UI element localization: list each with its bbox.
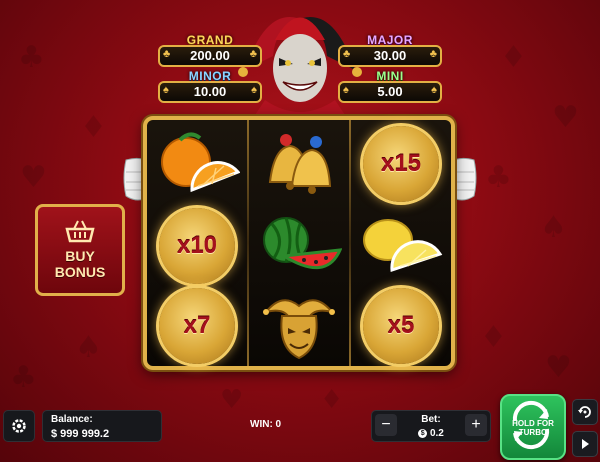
jackpot-minor-value: 10.00 [158,81,262,103]
multiplier-x5-text: x5 [387,312,415,339]
buy-bonus-label-line2: BONUS [54,264,106,280]
club-icon: ♣ [343,48,351,60]
jackpot-major: MAJOR 30.00 ♣ ♣ [338,33,442,67]
orange-icon [161,132,240,193]
spin-label-line2: TURBO [518,428,548,437]
multiplier-coin: x5 [363,288,439,364]
spade-icon: ♠ [251,84,257,96]
watermelon-icon [263,217,342,270]
symbol-multiplier-x10: x10 [149,206,245,286]
symbol-multiplier-x5: x5 [353,286,449,366]
multiplier-x7-text: x7 [183,312,211,339]
coin-icon: $ [418,428,428,438]
buy-bonus-button[interactable]: BUY BONUS [35,204,125,296]
multiplier-coin: x10 [159,208,235,284]
jackpot-grand: GRAND 200.00 ♣ ♣ [158,33,262,67]
reel-divider [247,120,249,366]
spin-label-line1: HOLD FOR [512,419,554,428]
balance-panel: Balance: $ 999 999.2 [42,410,162,442]
balance-value: $ 999 999.2 [51,428,110,440]
jackpot-mini: MINI 5.00 ♠ ♠ [338,69,442,103]
multiplier-coin: x7 [159,288,235,364]
bet-panel: − Bet: $ 0.2 + [371,410,491,442]
club-icon: ♣ [429,48,437,60]
win-display: WIN: 0 [250,419,282,430]
multiplier-coin: x15 [363,126,439,202]
jackpot-grand-value: 200.00 [158,45,262,67]
spin-label: HOLD FOR TURBO [502,419,564,437]
play-icon [582,439,589,449]
reel-divider [349,120,351,366]
basket-icon [65,220,95,243]
symbol-watermelon [251,206,347,286]
jackpot-mini-value: 5.00 [338,81,442,103]
club-icon: ♣ [249,48,257,60]
jester-mask-icon [263,299,335,360]
jackpot-minor: MINOR 10.00 ♠ ♠ [158,69,262,103]
symbol-bells [251,124,347,204]
club-icon: ♣ [163,48,171,60]
symbol-multiplier-x15: x15 [353,124,449,204]
symbol-jester-mask [251,286,347,366]
autoplay-icon [578,406,591,418]
buy-bonus-label-line1: BUY [65,248,95,264]
bells-icon [268,134,332,194]
multiplier-x10-text: x10 [176,232,218,259]
lemon-icon [363,219,443,273]
symbol-multiplier-x7: x7 [149,286,245,366]
jackpot-major-value: 30.00 [338,45,442,67]
balance-label: Balance: [51,414,93,425]
play-next-button[interactable] [572,431,598,457]
bet-value: 0.2 [429,428,444,439]
reel-grid: x15 x10 x7 x5 [143,116,455,370]
gear-icon [12,419,26,433]
spade-icon: ♠ [431,84,437,96]
spin-button[interactable]: HOLD FOR TURBO [500,394,566,460]
autoplay-button[interactable] [572,399,598,425]
spade-icon: ♠ [343,84,349,96]
settings-button[interactable] [3,410,35,442]
multiplier-x15-text: x15 [380,150,422,177]
spade-icon: ♠ [163,84,169,96]
bet-increase-button[interactable]: + [465,414,487,436]
symbol-lemon [353,206,449,286]
symbol-orange [149,124,245,204]
